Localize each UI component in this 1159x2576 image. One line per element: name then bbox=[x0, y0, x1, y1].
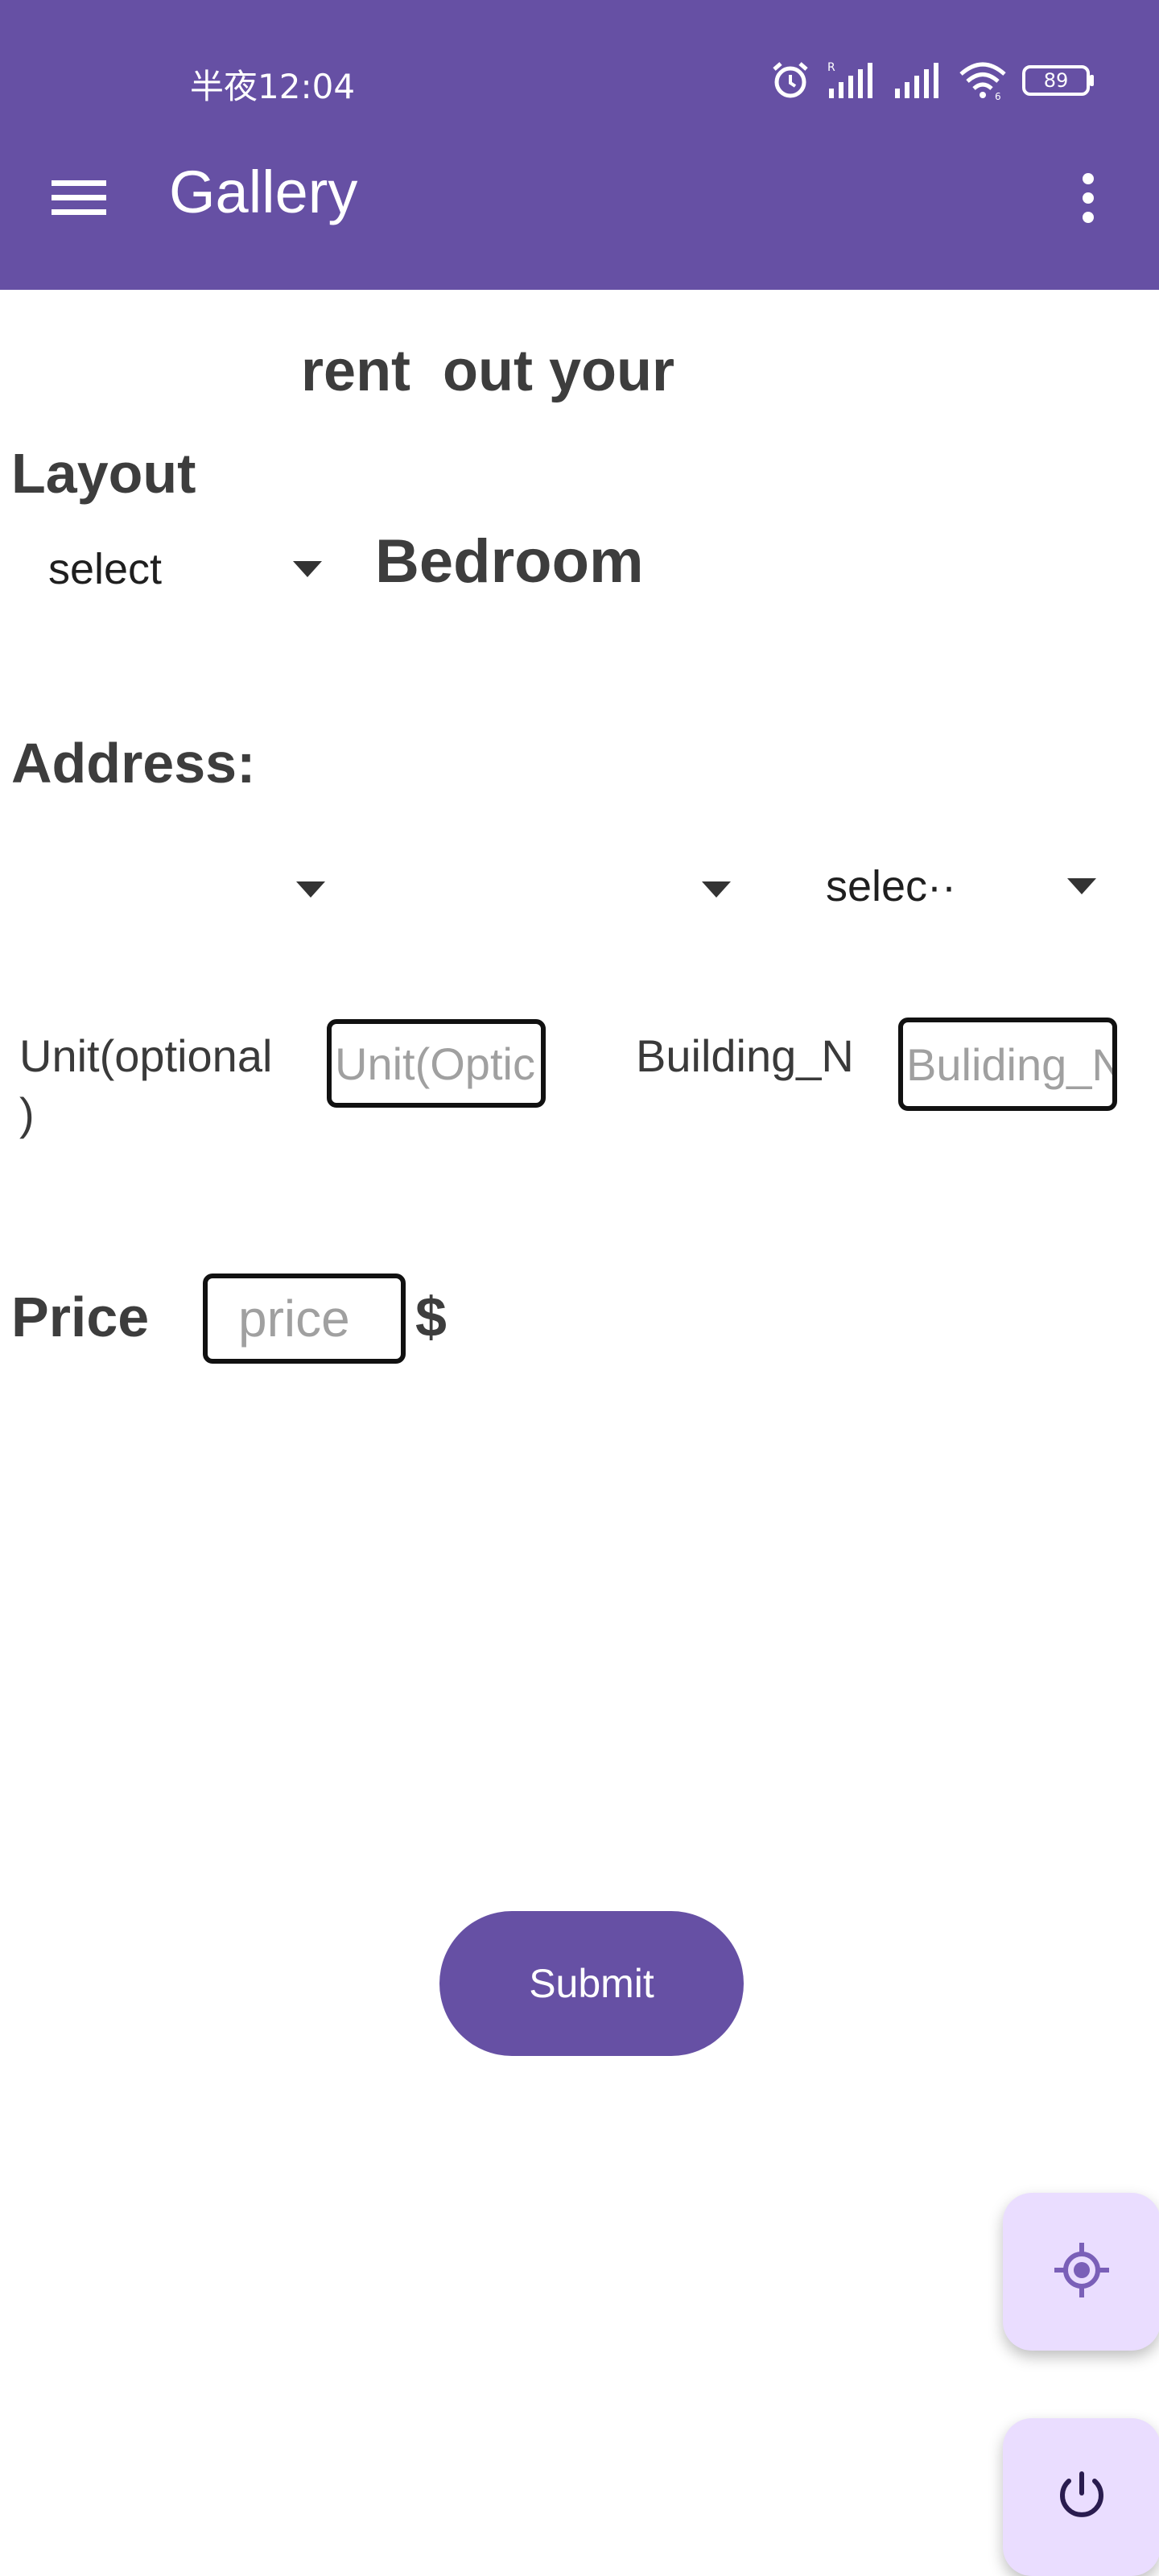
form-heading: rent out your bbox=[301, 339, 674, 403]
chevron-down-icon bbox=[1067, 878, 1096, 894]
chevron-down-icon bbox=[702, 881, 731, 898]
app-title: Gallery bbox=[169, 159, 358, 225]
unit-label-line2: ) bbox=[19, 1088, 35, 1139]
bedroom-label: Bedroom bbox=[375, 527, 644, 596]
building-number-input[interactable]: Buliding_N bbox=[898, 1018, 1117, 1111]
status-icons: R 6 89 bbox=[769, 56, 1096, 105]
power-icon bbox=[1053, 2467, 1111, 2528]
battery-level: 89 bbox=[1043, 69, 1069, 92]
chevron-down-icon bbox=[293, 561, 322, 577]
status-time: 半夜12:04 bbox=[190, 67, 356, 106]
signal-icon bbox=[892, 60, 943, 101]
locate-button[interactable] bbox=[1003, 2193, 1159, 2351]
address-select-3[interactable]: selec·· bbox=[826, 842, 1096, 931]
price-input[interactable]: price bbox=[203, 1274, 406, 1364]
power-button[interactable] bbox=[1003, 2418, 1159, 2576]
layout-select[interactable]: select bbox=[48, 525, 322, 613]
price-label: Price bbox=[11, 1286, 150, 1348]
wifi-icon: 6 bbox=[958, 60, 1008, 101]
address-select-2[interactable] bbox=[378, 845, 731, 934]
app-bar: 半夜12:04 R 6 89 Gallery bbox=[0, 0, 1159, 290]
submit-button-label: Submit bbox=[529, 1961, 654, 2006]
unit-input-placeholder: Unit(Optic bbox=[335, 1038, 535, 1089]
svg-text:R: R bbox=[827, 61, 835, 74]
submit-button[interactable]: Submit bbox=[439, 1911, 744, 2056]
unit-label: Unit(optional ) bbox=[19, 1027, 272, 1143]
currency-symbol: $ bbox=[415, 1286, 447, 1348]
address-label: Address: bbox=[11, 732, 256, 795]
signal-icon: R bbox=[826, 60, 877, 101]
address-select-3-value: selec·· bbox=[826, 862, 957, 910]
more-vert-icon bbox=[1080, 172, 1096, 227]
svg-text:6: 6 bbox=[995, 91, 1001, 101]
layout-label: Layout bbox=[11, 442, 196, 505]
chevron-down-icon bbox=[296, 881, 325, 898]
layout-select-value: select bbox=[48, 545, 163, 593]
alarm-icon bbox=[769, 60, 811, 101]
menu-button[interactable] bbox=[40, 161, 118, 238]
more-options-button[interactable] bbox=[1050, 161, 1127, 238]
menu-icon bbox=[52, 177, 106, 222]
battery-icon: 89 bbox=[1022, 64, 1096, 97]
price-input-placeholder: price bbox=[238, 1290, 350, 1348]
building-label: Building_N bbox=[636, 1030, 854, 1081]
unit-input[interactable]: Unit(Optic bbox=[327, 1019, 546, 1108]
building-input-placeholder: Buliding_N bbox=[906, 1038, 1117, 1090]
unit-label-line1: Unit(optional bbox=[19, 1030, 273, 1081]
address-select-1[interactable] bbox=[48, 845, 325, 934]
gps-locate-icon bbox=[1053, 2241, 1111, 2302]
